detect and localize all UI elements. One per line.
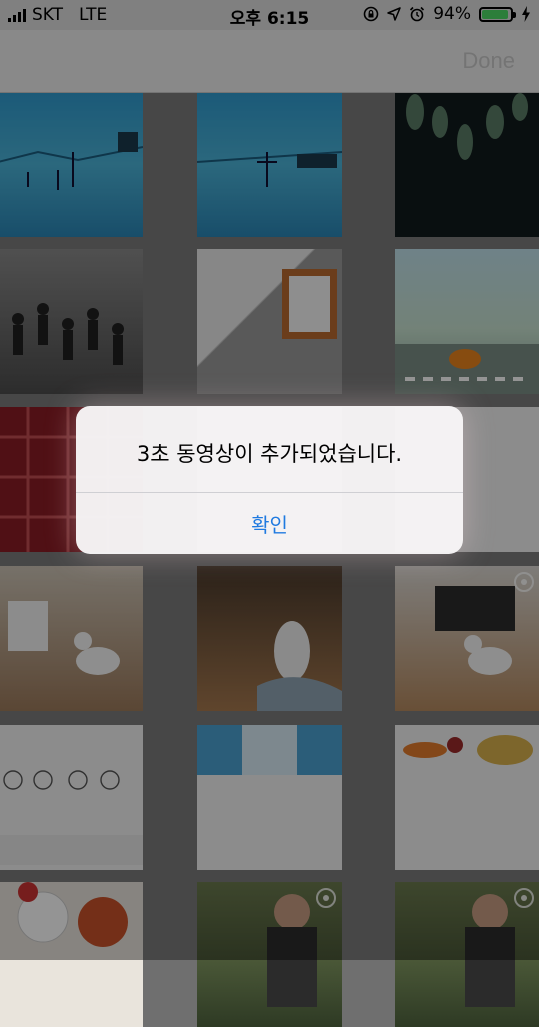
alert-dialog: 3초 동영상이 추가되었습니다. 확인 xyxy=(76,406,463,554)
alert-message: 3초 동영상이 추가되었습니다. xyxy=(136,442,403,466)
confirm-button[interactable]: 확인 xyxy=(76,493,463,554)
